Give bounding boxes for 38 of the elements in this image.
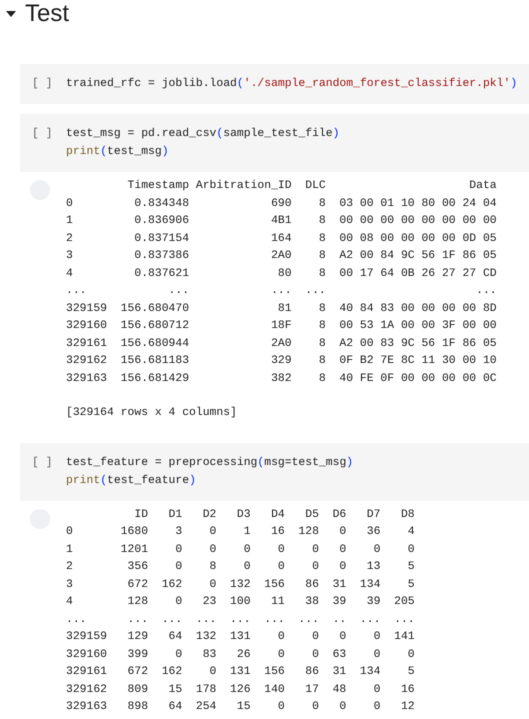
code-cell[interactable]: [ ] trained_rfc = joblib.load('./sample_random_forest_classifier.pkl'): [20, 64, 529, 104]
output-table-line: 4 128 0 23 100 11 38 39 39 205: [66, 595, 415, 610]
code-line: print(test_msg): [66, 144, 170, 160]
output-table-line: 329163 898 64 254 15 0 0 0 0 12: [66, 700, 415, 715]
output-table-line: 329163 156.681429 382 8 40 FE 0F 00 00 00 00 0C: [66, 372, 497, 386]
output-table-line: 1 1201 0 0 0 0 0 0 0 0: [66, 542, 415, 558]
output-table-line: ... ... ... ... ... ... ... .. ... ...: [66, 612, 415, 628]
code-line: test_msg = pd.read_csv(sample_test_file): [66, 126, 340, 142]
code-cell[interactable]: [ ] test_feature = preprocessing(msg=test_msg) print(test_feature): [20, 442, 529, 500]
output-table-line: 0 0.834348 690 8 03 00 01 10 80 00 24 04: [66, 196, 497, 212]
output-table-line: 0 1680 3 0 1 16 128 0 36 4: [66, 525, 415, 540]
output-table-line: 1 0.836906 4B1 8 00 00 00 00 00 00 00 00: [66, 214, 497, 229]
output-table-line: 329162 809 15 178 126 140 17 48 0 16: [66, 682, 415, 698]
code-line: test_feature = preprocessing(msg=test_msg): [66, 456, 354, 470]
code-line: print(test_feature): [66, 474, 197, 488]
run-button[interactable]: [ ]: [20, 454, 66, 490]
output-table-line: 329161 156.680944 2A0 8 A2 00 83 9C 56 1F 86 05: [66, 336, 497, 352]
run-button[interactable]: [ ]: [20, 75, 66, 93]
output-table-line: ... ... ... ... ...: [66, 284, 497, 299]
run-button[interactable]: [ ]: [20, 125, 66, 161]
output-table-line: 2 356 0 8 0 0 0 0 13 5: [66, 560, 415, 575]
output-table-line: 329162 156.681183 329 8 0F B2 7E 8C 11 30 00 10: [66, 354, 497, 369]
output-table-line: 329160 156.680712 18F 8 00 53 1A 00 00 3F 00 00: [66, 319, 497, 334]
output-table-line: 329159 129 64 132 131 0 0 0 0 141: [66, 630, 415, 645]
collapse-caret-icon[interactable]: [5, 10, 17, 18]
code-cell[interactable]: [ ] test_msg = pd.read_csv(sample_test_file) print(test_msg): [20, 114, 529, 172]
output-table-line: 329159 156.680470 81 8 40 84 83 00 00 00 00 8D: [66, 302, 497, 316]
output-table-line: 329160 399 0 83 26 0 0 63 0 0: [66, 648, 415, 662]
output-table-line: 3 672 162 0 132 156 86 31 134 5: [66, 578, 415, 592]
output-table-line: 4 0.837621 80 8 00 17 64 0B 26 27 27 CD: [66, 266, 497, 282]
section-title: Test: [25, 0, 70, 28]
output-text: [329164 rows x 4 columns]: [66, 406, 238, 421]
code-line: trained_rfc = joblib.load('./sample_random_forest_classifier.pkl'): [66, 76, 518, 92]
output-table-line: 329161 672 162 0 131 156 86 31 134 5: [66, 665, 415, 680]
output-table-line: 3 0.837386 2A0 8 A2 00 84 9C 56 1F 86 05: [66, 249, 497, 264]
output-table-line: Timestamp Arbitration_ID DLC Data: [126, 178, 497, 194]
output-table-line: ID D1 D2 D3 D4 D5 D6 D7 D8: [133, 508, 415, 522]
output-table-line: 2 0.837154 164 8 00 08 00 00 00 00 0D 05: [66, 232, 497, 246]
